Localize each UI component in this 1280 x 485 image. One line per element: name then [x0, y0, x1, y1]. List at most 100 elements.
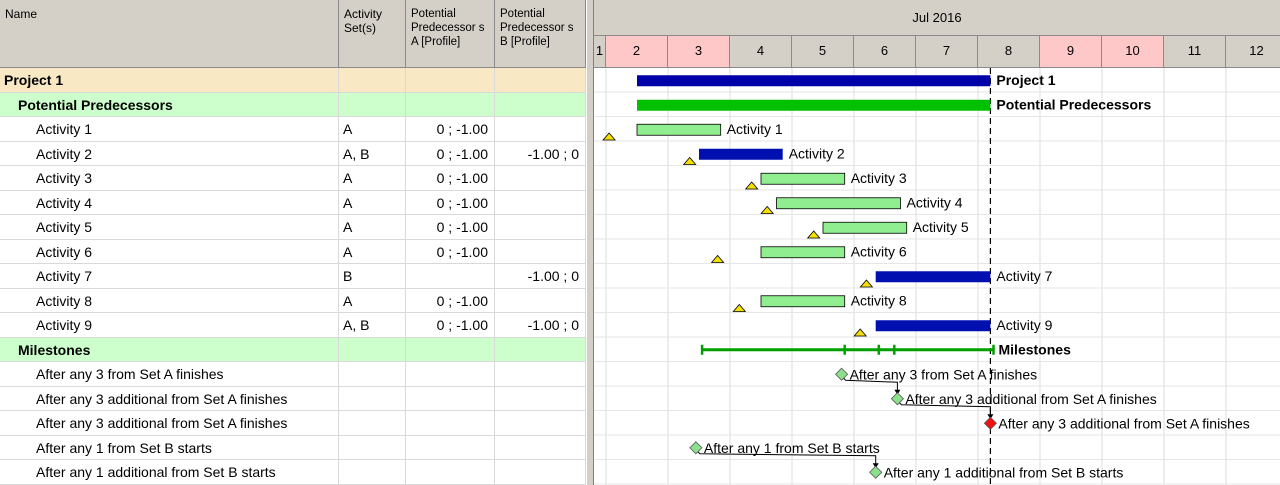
timescale-day[interactable]: 6 [854, 36, 916, 68]
gantt-bar[interactable] [776, 197, 901, 210]
timescale-day[interactable]: 1 [594, 36, 606, 68]
cell-activity-sets[interactable]: A [339, 117, 406, 142]
cell-activity-sets[interactable]: A [339, 190, 406, 215]
cell-activity-sets[interactable] [339, 460, 406, 485]
cell-name[interactable]: Activity 8 [0, 288, 339, 313]
cell-activity-sets[interactable]: A [339, 239, 406, 264]
table-row[interactable]: After any 3 additional from Set A finish… [0, 411, 586, 436]
timescale-day[interactable]: 7 [916, 36, 978, 68]
timescale-day[interactable]: 12 [1226, 36, 1280, 68]
cell-name[interactable]: Activity 3 [0, 166, 339, 191]
cell-predecessors-b[interactable] [495, 117, 586, 142]
cell-activity-sets[interactable]: A [339, 166, 406, 191]
timescale-day[interactable]: 2 [606, 36, 668, 68]
cell-activity-sets[interactable]: A, B [339, 313, 406, 338]
cell-predecessors-a[interactable] [406, 460, 495, 485]
cell-name[interactable]: Project 1 [0, 68, 339, 93]
gantt-bar[interactable] [760, 246, 846, 259]
gantt-bar[interactable] [636, 123, 722, 136]
cell-activity-sets[interactable]: A, B [339, 141, 406, 166]
cell-predecessors-b[interactable] [495, 362, 586, 387]
cell-name[interactable]: Activity 5 [0, 215, 339, 240]
cell-predecessors-a[interactable]: 0 ; -1.00 [406, 117, 495, 142]
gantt-bar[interactable] [760, 172, 846, 185]
cell-predecessors-a[interactable]: 0 ; -1.00 [406, 215, 495, 240]
milestone-diamond-icon[interactable] [689, 441, 703, 455]
gantt-bar[interactable] [760, 295, 846, 308]
cell-activity-sets[interactable] [339, 68, 406, 93]
column-header-predecessors-a[interactable]: Potential Predecessor s A [Profile] [406, 0, 495, 68]
cell-name[interactable]: Activity 7 [0, 264, 339, 289]
cell-predecessors-a[interactable] [406, 435, 495, 460]
column-header-predecessors-b[interactable]: Potential Predecessor s B [Profile] [495, 0, 586, 68]
cell-predecessors-b[interactable] [495, 460, 586, 485]
cell-predecessors-a[interactable] [406, 362, 495, 387]
cell-predecessors-b[interactable]: -1.00 ; 0 [495, 264, 586, 289]
cell-predecessors-b[interactable] [495, 166, 586, 191]
table-row[interactable]: After any 1 from Set B starts [0, 435, 586, 460]
cell-name[interactable]: After any 1 from Set B starts [0, 435, 339, 460]
timescale-day[interactable]: 10 [1102, 36, 1164, 68]
gantt-bar[interactable] [637, 75, 991, 87]
timescale-day[interactable]: 4 [730, 36, 792, 68]
cell-name[interactable]: Activity 6 [0, 239, 339, 264]
table-row[interactable]: Milestones [0, 337, 586, 362]
cell-activity-sets[interactable] [339, 435, 406, 460]
cell-predecessors-b[interactable] [495, 337, 586, 362]
timescale-day[interactable]: 11 [1164, 36, 1226, 68]
table-row[interactable]: Activity 9 A, B0 ; -1.00 -1.00 ; 0 [0, 313, 586, 338]
table-row[interactable]: Project 1 [0, 68, 586, 93]
cell-predecessors-b[interactable] [495, 92, 586, 117]
table-row[interactable]: After any 3 additional from Set A finish… [0, 386, 586, 411]
cell-activity-sets[interactable]: A [339, 288, 406, 313]
cell-predecessors-a[interactable] [406, 92, 495, 117]
cell-predecessors-b[interactable] [495, 215, 586, 240]
cell-predecessors-b[interactable]: -1.00 ; 0 [495, 141, 586, 166]
cell-activity-sets[interactable]: B [339, 264, 406, 289]
cell-activity-sets[interactable] [339, 337, 406, 362]
cell-name[interactable]: Potential Predecessors [0, 92, 339, 117]
table-row[interactable]: Activity 5A0 ; -1.00 [0, 215, 586, 240]
cell-predecessors-b[interactable] [495, 288, 586, 313]
cell-predecessors-a[interactable] [406, 68, 495, 93]
cell-predecessors-a[interactable] [406, 386, 495, 411]
table-row[interactable]: After any 3 from Set A finishes [0, 362, 586, 387]
milestone-diamond-icon[interactable] [983, 416, 997, 430]
cell-activity-sets[interactable] [339, 362, 406, 387]
timescale-day[interactable]: 3 [668, 36, 730, 68]
cell-activity-sets[interactable] [339, 92, 406, 117]
cell-activity-sets[interactable] [339, 386, 406, 411]
cell-predecessors-a[interactable] [406, 264, 495, 289]
cell-name[interactable]: Activity 2 [0, 141, 339, 166]
cell-predecessors-a[interactable]: 0 ; -1.00 [406, 288, 495, 313]
cell-predecessors-a[interactable] [406, 337, 495, 362]
cell-activity-sets[interactable] [339, 411, 406, 436]
column-header-name[interactable]: Name [0, 0, 339, 68]
column-header-activity-sets[interactable]: Activity Set(s) [339, 0, 406, 68]
cell-name[interactable]: After any 3 additional from Set A finish… [0, 411, 339, 436]
cell-predecessors-a[interactable]: 0 ; -1.00 [406, 166, 495, 191]
cell-predecessors-b[interactable] [495, 411, 586, 436]
gantt-bar[interactable] [875, 320, 991, 332]
timescale-day[interactable]: 5 [792, 36, 854, 68]
cell-predecessors-b[interactable] [495, 386, 586, 411]
milestone-diamond-icon[interactable] [869, 465, 883, 479]
cell-name[interactable]: Milestones [0, 337, 339, 362]
cell-predecessors-b[interactable] [495, 239, 586, 264]
timescale-day[interactable]: 8 [978, 36, 1040, 68]
gantt-bar[interactable] [699, 148, 783, 160]
cell-predecessors-b[interactable] [495, 435, 586, 460]
cell-predecessors-b[interactable]: -1.00 ; 0 [495, 313, 586, 338]
cell-predecessors-a[interactable]: 0 ; -1.00 [406, 239, 495, 264]
cell-predecessors-b[interactable] [495, 190, 586, 215]
table-row[interactable]: Activity 4A0 ; -1.00 [0, 190, 586, 215]
gantt-bar[interactable] [637, 99, 991, 111]
cell-name[interactable]: After any 3 from Set A finishes [0, 362, 339, 387]
gantt-bar[interactable] [875, 271, 991, 283]
cell-predecessors-b[interactable] [495, 68, 586, 93]
table-row[interactable]: Activity 1A0 ; -1.00 [0, 117, 586, 142]
table-row[interactable]: Activity 2 A, B0 ; -1.00 -1.00 ; 0 [0, 141, 586, 166]
table-row[interactable]: Activity 8A0 ; -1.00 [0, 288, 586, 313]
gantt-bar[interactable] [822, 221, 908, 234]
table-row[interactable]: Activity 7 B -1.00 ; 0 [0, 264, 586, 289]
